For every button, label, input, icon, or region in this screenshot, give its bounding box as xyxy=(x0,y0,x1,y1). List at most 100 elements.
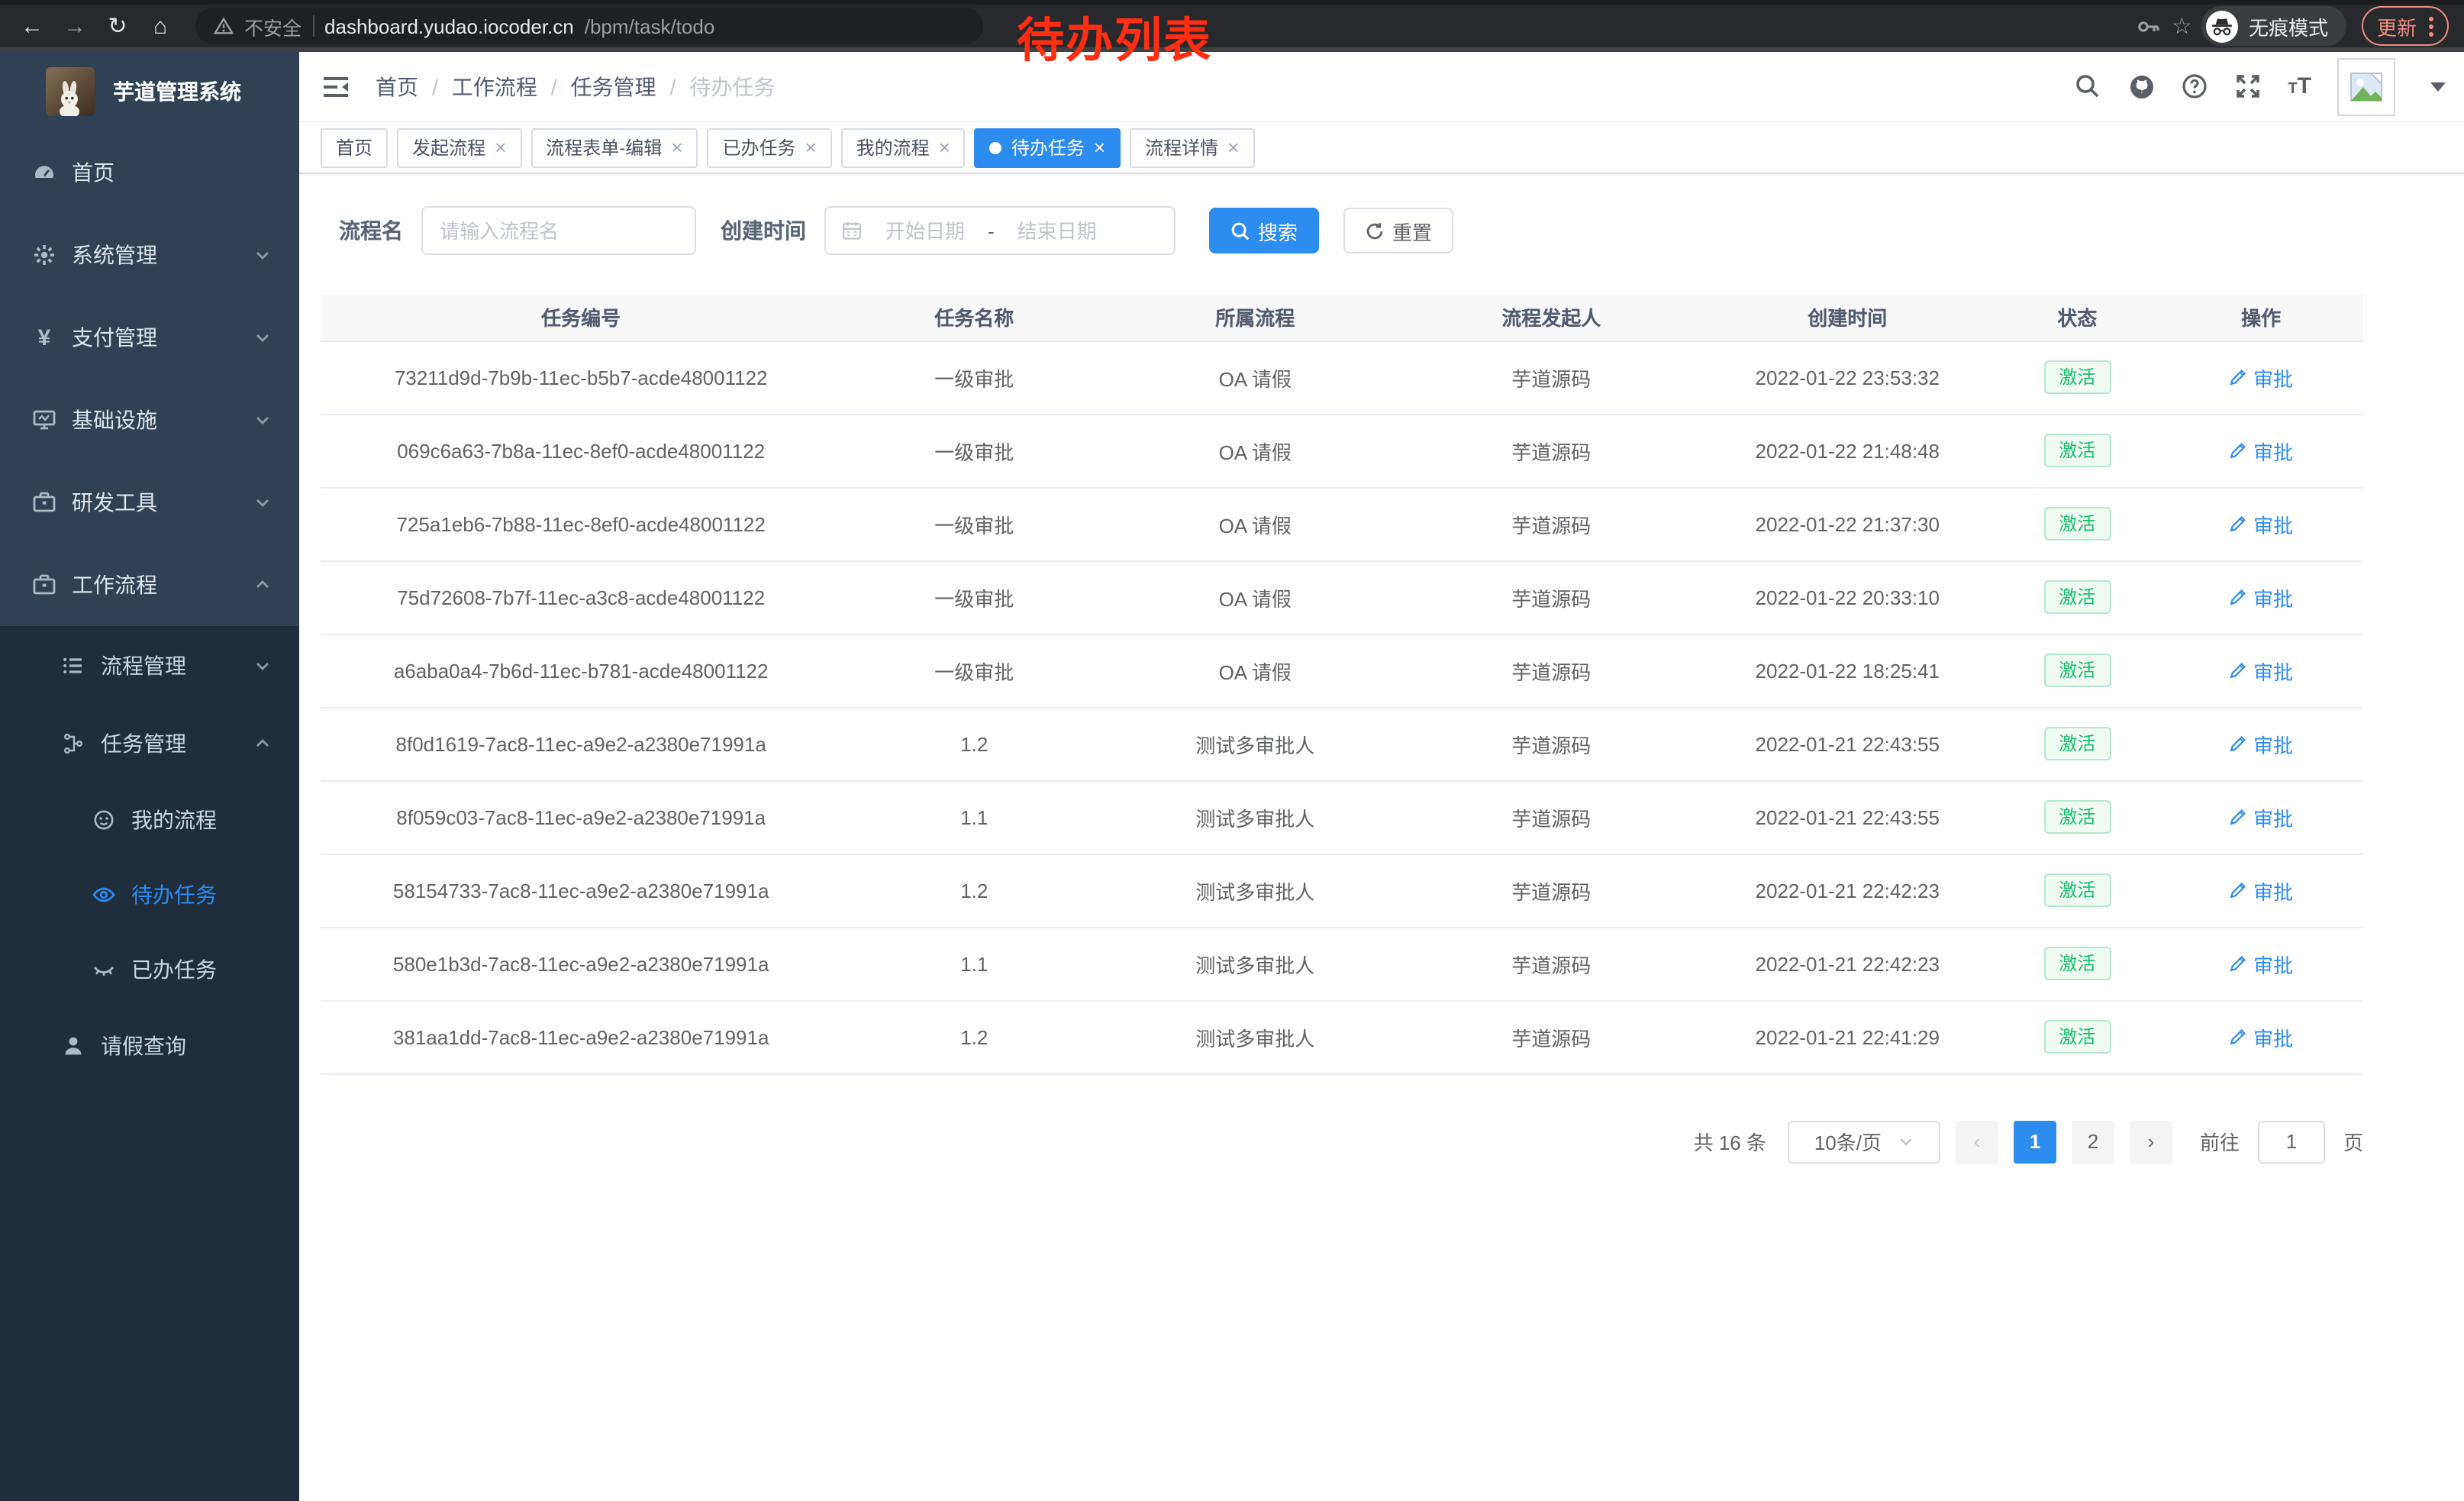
approve-link[interactable]: 审批 xyxy=(2229,436,2293,465)
github-icon[interactable] xyxy=(2127,73,2155,100)
task-name-cell: 1.1 xyxy=(841,780,1107,854)
tab-process-detail[interactable]: 流程详情× xyxy=(1130,128,1254,167)
collapse-sidebar-icon[interactable] xyxy=(321,71,351,102)
approve-link[interactable]: 审批 xyxy=(2229,729,2293,758)
task-name-cell: 一级审批 xyxy=(841,634,1107,707)
tab-close-icon[interactable]: × xyxy=(671,137,682,157)
page-size-select[interactable]: 10条/页 xyxy=(1788,1120,1940,1163)
home-icon[interactable]: ⌂ xyxy=(144,13,177,39)
back-icon[interactable]: ← xyxy=(15,13,49,39)
sidebar-item-my-process[interactable]: 我的流程 xyxy=(0,782,299,857)
search-button[interactable]: 搜索 xyxy=(1209,208,1319,253)
reset-button[interactable]: 重置 xyxy=(1343,208,1453,253)
incognito-badge[interactable]: 无痕模式 xyxy=(2201,6,2346,46)
next-page-button[interactable]: › xyxy=(2130,1120,2172,1163)
url-domain[interactable]: dashboard.yudao.iocoder.cn xyxy=(324,15,574,37)
help-icon[interactable] xyxy=(2181,73,2208,100)
approve-link[interactable]: 审批 xyxy=(2229,583,2293,612)
process-cell: OA 请假 xyxy=(1107,487,1403,560)
approve-link[interactable]: 审批 xyxy=(2229,509,2293,538)
page-button-1[interactable]: 1 xyxy=(2014,1120,2056,1163)
sidebar-item-home[interactable]: 首页 xyxy=(0,131,299,214)
font-size-icon[interactable]: TT xyxy=(2288,73,2311,100)
date-range-picker[interactable]: - xyxy=(824,206,1176,255)
breadcrumb-workflow[interactable]: 工作流程 xyxy=(452,71,537,102)
task-id-cell: 75d72608-7b7f-11ec-a3c8-acde48001122 xyxy=(321,560,841,634)
process-cell: OA 请假 xyxy=(1107,341,1403,414)
update-label: 更新 xyxy=(2377,11,2417,40)
breadcrumb-task-management[interactable]: 任务管理 xyxy=(571,71,656,102)
pencil-icon xyxy=(2229,515,2247,533)
sidebar-item-leave-query[interactable]: 请假查询 xyxy=(0,1006,299,1084)
task-id-cell: 8f0d1619-7ac8-11ec-a9e2-a2380e71991a xyxy=(321,707,841,780)
goto-page-input[interactable] xyxy=(2258,1120,2325,1163)
column-task-name: 任务名称 xyxy=(841,295,1107,341)
approve-link[interactable]: 审批 xyxy=(2229,949,2293,978)
tab-close-icon[interactable]: × xyxy=(495,137,506,157)
tab-done-tasks[interactable]: 已办任务× xyxy=(707,128,831,167)
sidebar-item-system[interactable]: 系统管理 xyxy=(0,214,299,296)
sidebar-item-process-management[interactable]: 流程管理 xyxy=(0,626,299,704)
security-label[interactable]: 不安全 xyxy=(244,11,302,40)
sidebar-item-done-tasks[interactable]: 已办任务 xyxy=(0,931,299,1006)
starter-cell: 芋道源码 xyxy=(1403,1000,1699,1073)
chevron-down-icon xyxy=(253,411,272,429)
prev-page-button[interactable]: ‹ xyxy=(1956,1120,1998,1163)
starter-cell: 芋道源码 xyxy=(1403,780,1699,854)
logo-avatar-image xyxy=(46,67,95,116)
approve-link[interactable]: 审批 xyxy=(2229,876,2293,905)
calendar-icon xyxy=(841,220,863,241)
eye-closed-icon xyxy=(92,957,116,981)
address-bar[interactable]: 不安全 dashboard.yudao.iocoder.cn/bpm/task/… xyxy=(195,8,983,44)
browser-menu-icon[interactable] xyxy=(2429,16,2433,36)
task-id-cell: 8f059c03-7ac8-11ec-a9e2-a2380e71991a xyxy=(321,780,841,854)
task-id-cell: 725a1eb6-7b88-11ec-8ef0-acde48001122 xyxy=(321,487,841,560)
approve-link[interactable]: 审批 xyxy=(2229,1022,2293,1051)
update-button[interactable]: 更新 xyxy=(2362,6,2449,46)
bookmark-star-icon[interactable]: ☆ xyxy=(2172,12,2192,40)
task-id-cell: 58154733-7ac8-11ec-a9e2-a2380e71991a xyxy=(321,854,841,927)
tab-close-icon[interactable]: × xyxy=(805,137,816,157)
avatar-caret-icon[interactable] xyxy=(2430,82,2446,91)
create-time-cell: 2022-01-21 22:43:55 xyxy=(1699,780,1995,854)
password-key-icon[interactable] xyxy=(2135,12,2162,40)
list-icon xyxy=(61,653,85,677)
sidebar-item-infrastructure[interactable]: 基础设施 xyxy=(0,379,299,461)
tab-my-process[interactable]: 我的流程× xyxy=(841,128,966,167)
breadcrumb-home[interactable]: 首页 xyxy=(376,71,418,102)
tab-close-icon[interactable]: × xyxy=(939,137,950,157)
task-name-cell: 一级审批 xyxy=(841,414,1107,487)
app-logo[interactable]: 芋道管理系统 xyxy=(0,52,299,131)
sidebar-item-dev-tools[interactable]: 研发工具 xyxy=(0,461,299,544)
incognito-icon xyxy=(2206,10,2238,42)
sidebar-item-payment[interactable]: ¥ 支付管理 xyxy=(0,296,299,379)
avatar[interactable] xyxy=(2337,57,2395,115)
approve-link[interactable]: 审批 xyxy=(2229,656,2293,685)
tab-home[interactable]: 首页 xyxy=(321,128,388,167)
tab-close-icon[interactable]: × xyxy=(1227,137,1239,157)
tab-close-icon[interactable]: × xyxy=(1094,137,1105,157)
status-badge: 激活 xyxy=(2043,654,2111,688)
search-button-icon xyxy=(1230,221,1250,240)
tab-start-process[interactable]: 发起流程× xyxy=(397,128,521,167)
reload-icon[interactable]: ↻ xyxy=(101,12,134,40)
start-date-input[interactable] xyxy=(869,219,982,242)
page-button-2[interactable]: 2 xyxy=(2072,1120,2114,1163)
search-icon[interactable] xyxy=(2074,73,2101,100)
fullscreen-icon[interactable] xyxy=(2234,73,2262,100)
end-date-input[interactable] xyxy=(1001,219,1114,242)
tab-form-edit[interactable]: 流程表单-编辑× xyxy=(531,128,698,167)
tab-todo-tasks[interactable]: 待办任务× xyxy=(975,128,1121,167)
approve-link[interactable]: 审批 xyxy=(2229,802,2293,831)
action-cell: 审批 xyxy=(2159,854,2363,927)
sidebar-item-workflow[interactable]: 工作流程 xyxy=(0,544,299,626)
process-name-input[interactable] xyxy=(421,206,696,255)
sidebar-item-label: 支付管理 xyxy=(72,322,157,353)
forward-icon[interactable]: → xyxy=(58,13,92,39)
table-row: 58154733-7ac8-11ec-a9e2-a2380e71991a 1.2… xyxy=(321,854,2363,927)
sidebar-item-task-management[interactable]: 任务管理 xyxy=(0,704,299,782)
table-body: 73211d9d-7b9b-11ec-b5b7-acde48001122 一级审… xyxy=(321,341,2363,1073)
create-time-cell: 2022-01-21 22:42:23 xyxy=(1699,927,1995,1000)
approve-link[interactable]: 审批 xyxy=(2229,363,2293,392)
sidebar-item-todo-tasks[interactable]: 待办任务 xyxy=(0,857,299,931)
